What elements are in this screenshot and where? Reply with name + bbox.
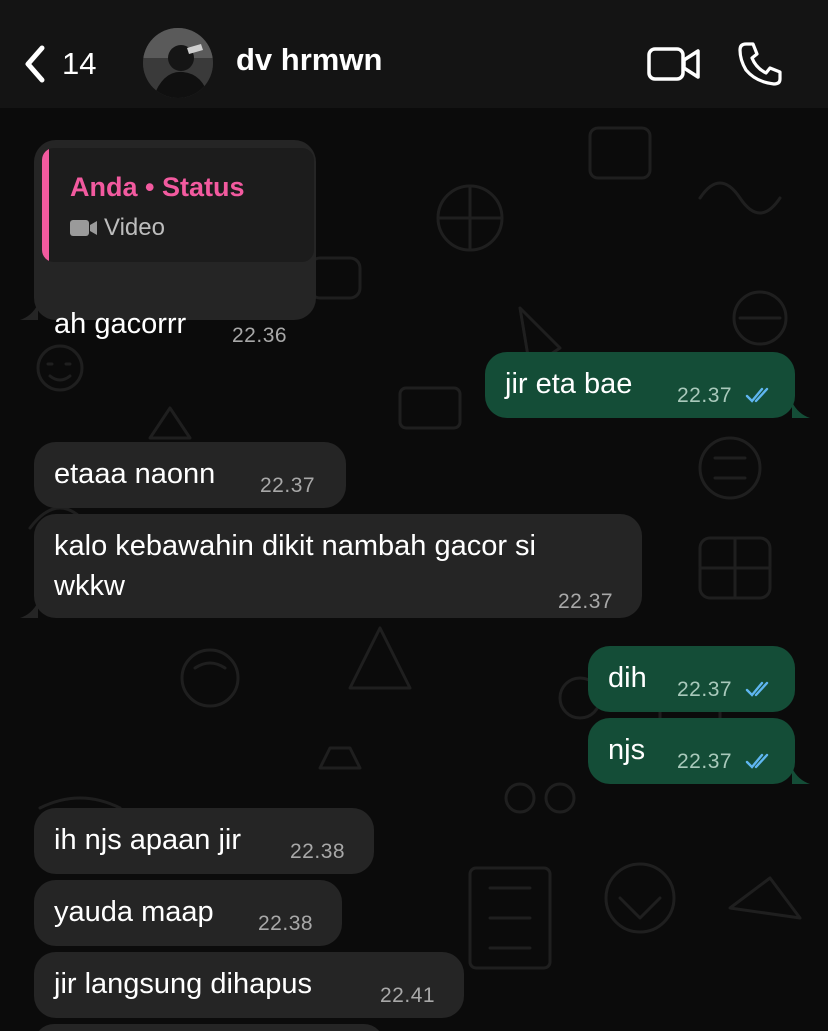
outgoing-message[interactable]: dih 22.37 (588, 646, 795, 712)
message-text-line1: kalo kebawahin dikit nambah gacor si (54, 530, 536, 562)
read-receipt-icon (745, 681, 769, 697)
message-text: jir langsung dihapus (54, 968, 312, 1000)
read-receipt-icon (745, 387, 769, 403)
video-call-icon[interactable] (646, 44, 702, 84)
back-button[interactable]: 14 (22, 40, 96, 88)
bubble-tail (792, 402, 810, 418)
read-receipt-icon (745, 753, 769, 769)
incoming-message[interactable]: Anda • Status Video ah gacorrr 22.36 (34, 140, 316, 347)
message-text-line2: wkkw (54, 570, 125, 602)
message-text: ih njs apaan jir (54, 824, 241, 856)
unread-count: 14 (62, 46, 97, 81)
status-reply-quote[interactable]: Anda • Status Video (42, 148, 314, 262)
quote-title: Anda • Status (70, 172, 245, 202)
contact-name[interactable]: dv hrmwn (236, 42, 382, 78)
message-time: 22.37 (677, 384, 733, 407)
message-text: dih (608, 662, 647, 694)
message-time: 22.37 (558, 590, 614, 613)
message-time: 22.36 (232, 324, 288, 347)
message-time: 22.41 (380, 984, 436, 1007)
incoming-message[interactable]: ih njs apaan jir 22.38 (34, 808, 374, 874)
avatar[interactable] (143, 28, 213, 98)
incoming-message[interactable]: etaaa naonn 22.37 (34, 442, 346, 508)
incoming-message[interactable]: kalo kebawahin dikit nambah gacor si wkk… (34, 514, 642, 618)
message-text: etaaa naonn (54, 458, 216, 490)
message-text: ah gacorrr (54, 308, 187, 340)
message-text: yauda maap (54, 896, 214, 928)
bubble-tail (20, 304, 38, 320)
outgoing-message[interactable]: njs 22.37 (588, 718, 795, 784)
phone-icon[interactable] (736, 40, 784, 88)
message-time: 22.38 (258, 912, 314, 935)
outgoing-message[interactable]: jir eta bae 22.37 (485, 352, 795, 418)
video-icon (70, 220, 97, 236)
quote-accent-bar (42, 148, 49, 262)
message-list[interactable]: Anda • Status Video ah gacorrr 22.36 .bu… (0, 108, 828, 1031)
message-time: 22.37 (677, 750, 733, 773)
chat-header: 14 dv hrmwn (0, 0, 828, 108)
bubble-tail (20, 602, 38, 618)
incoming-message[interactable]: yauda maap 22.38 (34, 880, 342, 946)
message-text: jir eta bae (505, 368, 633, 400)
quote-type: Video (70, 214, 165, 242)
message-time: 22.38 (290, 840, 346, 863)
quote-type-label: Video (104, 214, 165, 241)
message-time: 22.37 (677, 678, 733, 701)
message-text: njs (608, 734, 646, 766)
chevron-left-icon (25, 45, 45, 83)
bubble-tail (792, 768, 810, 784)
message-time: 22.37 (260, 474, 316, 497)
incoming-message[interactable]: jir langsung dihapus 22.41 (34, 952, 464, 1018)
incoming-message-partial[interactable] (34, 1024, 384, 1031)
